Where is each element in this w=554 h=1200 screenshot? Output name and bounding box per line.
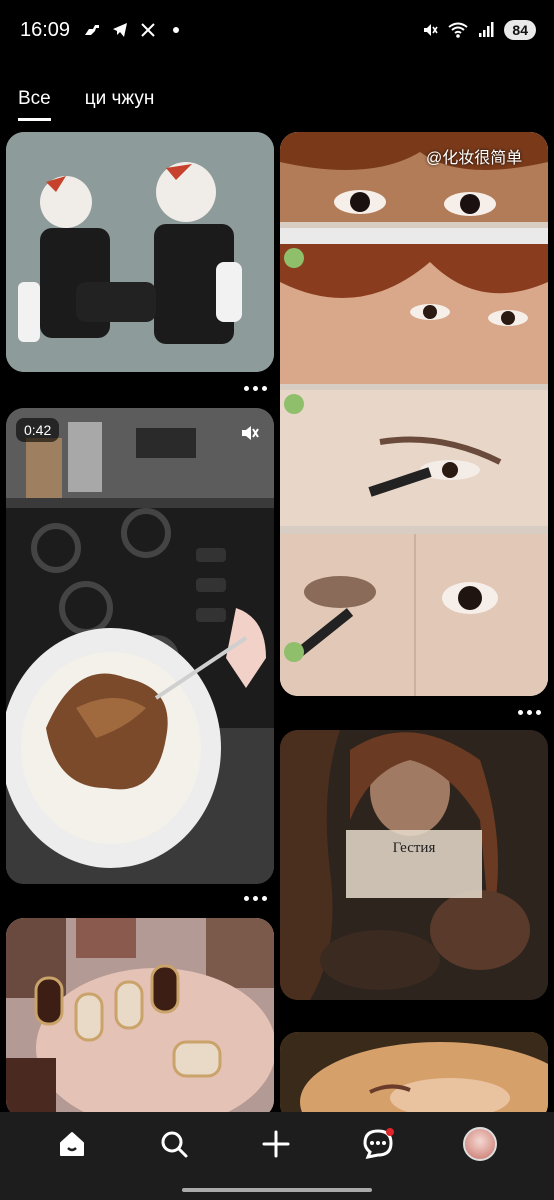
- signal-icon: [476, 20, 496, 40]
- pin-more-button[interactable]: [244, 896, 267, 901]
- profile-avatar[interactable]: [462, 1126, 498, 1162]
- messages-icon[interactable]: [360, 1126, 396, 1162]
- wifi-icon: [448, 20, 469, 40]
- board-tabs: Все ци чжун: [18, 88, 154, 121]
- status-left-icons: [82, 20, 186, 40]
- status-time: 16:09: [20, 19, 71, 41]
- search-icon[interactable]: [156, 1126, 192, 1162]
- mute-video-icon[interactable]: [238, 422, 260, 449]
- telegram-icon: [110, 20, 130, 40]
- anime-art-image: [6, 132, 274, 372]
- dessert-video-image: [6, 408, 274, 884]
- mute-icon: [420, 20, 440, 40]
- tab-all[interactable]: Все: [18, 88, 51, 121]
- bottom-navigation: [0, 1112, 554, 1200]
- video-duration: 0:42: [16, 418, 60, 442]
- pin-nails[interactable]: [6, 918, 274, 1118]
- pin-anime-art[interactable]: [6, 132, 274, 372]
- x-icon: [138, 20, 158, 40]
- home-indicator: [182, 1188, 372, 1192]
- avatar: [463, 1127, 497, 1161]
- hestia-card-label: Гестия: [346, 830, 482, 898]
- makeup-tutorial-image: [280, 132, 548, 696]
- painting-bottom-image: [280, 1032, 548, 1122]
- dot-icon: [166, 20, 186, 40]
- status-bar: 16:09 84: [0, 0, 554, 64]
- hestia-card-title: Гестия: [392, 840, 436, 856]
- makeup-watermark: @化妆很简单: [426, 150, 523, 167]
- pin-more-button[interactable]: [244, 386, 267, 391]
- pin-more-button[interactable]: [518, 710, 541, 715]
- dino-icon: [82, 20, 102, 40]
- tab-ci-zhun[interactable]: ци чжун: [85, 88, 155, 121]
- pin-painting-bottom[interactable]: [280, 1032, 548, 1122]
- pin-makeup-tutorial[interactable]: @化妆很简单: [280, 132, 548, 696]
- notification-dot: [386, 1128, 394, 1136]
- pin-video-dessert[interactable]: 0:42: [6, 408, 274, 884]
- status-right: 84: [420, 20, 536, 40]
- battery-indicator: 84: [504, 20, 536, 40]
- pin-hestia-card[interactable]: Гестия: [280, 730, 548, 1000]
- create-icon[interactable]: [258, 1126, 294, 1162]
- home-icon[interactable]: [54, 1126, 90, 1162]
- nails-image: [6, 918, 274, 1118]
